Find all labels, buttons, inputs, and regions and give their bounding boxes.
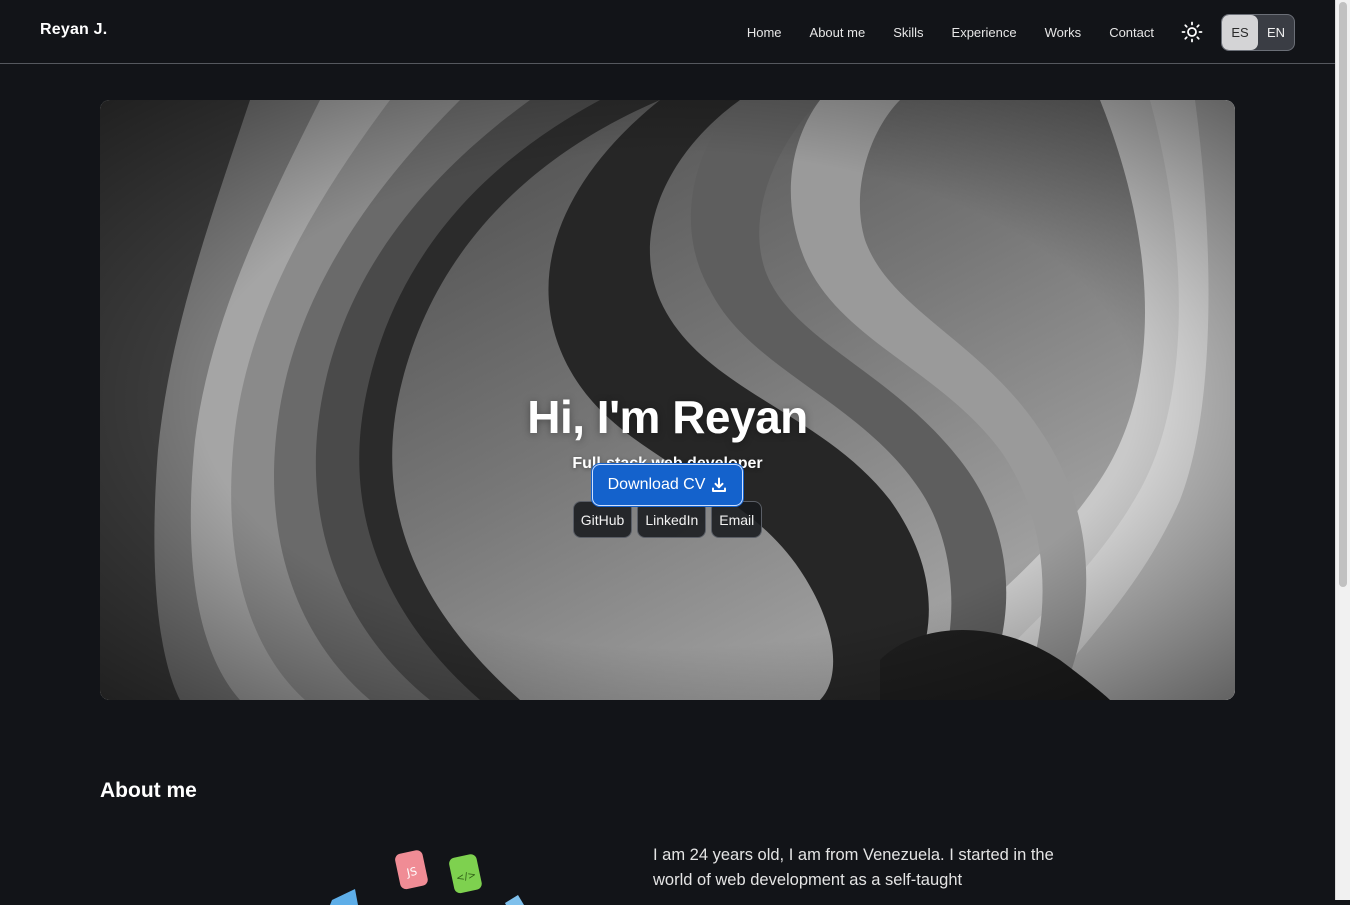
nav-link-skills[interactable]: Skills [893, 25, 923, 40]
hero-banner: Hi, I'm Reyan Full-stack web developer G… [100, 100, 1235, 700]
download-cv-button[interactable]: Download CV [592, 464, 743, 506]
nav-link-about[interactable]: About me [810, 25, 866, 40]
page: Reyan J. Home About me Skills Experience… [0, 0, 1335, 905]
github-link[interactable]: GitHub [572, 501, 633, 538]
language-en-button[interactable]: EN [1258, 15, 1294, 50]
download-cv-label: Download CV [607, 476, 706, 493]
nav-links: Home About me Skills Experience Works Co… [747, 0, 1154, 64]
language-switcher: ES EN [1221, 14, 1295, 51]
nav-link-works[interactable]: Works [1045, 25, 1082, 40]
language-es-button[interactable]: ES [1222, 15, 1258, 50]
linkedin-link[interactable]: LinkedIn [637, 501, 707, 538]
sun-icon[interactable] [1180, 20, 1204, 44]
scrollbar-thumb[interactable] [1339, 2, 1347, 587]
page-scrollbar[interactable] [1335, 0, 1350, 900]
nav-link-home[interactable]: Home [747, 25, 782, 40]
hero-title: Hi, I'm Reyan [527, 391, 808, 443]
brand-logo[interactable]: Reyan J. [40, 21, 107, 39]
navbar: Reyan J. Home About me Skills Experience… [0, 0, 1335, 64]
about-text: I am 24 years old, I am from Venezuela. … [653, 846, 1054, 889]
nav-link-experience[interactable]: Experience [952, 25, 1017, 40]
social-links: GitHub LinkedIn Email [100, 501, 1235, 538]
about-section-title: About me [100, 779, 197, 802]
skills-illustration: JS </> [330, 850, 524, 905]
email-link[interactable]: Email [711, 501, 763, 538]
nav-link-contact[interactable]: Contact [1109, 25, 1154, 40]
download-icon [712, 477, 727, 492]
